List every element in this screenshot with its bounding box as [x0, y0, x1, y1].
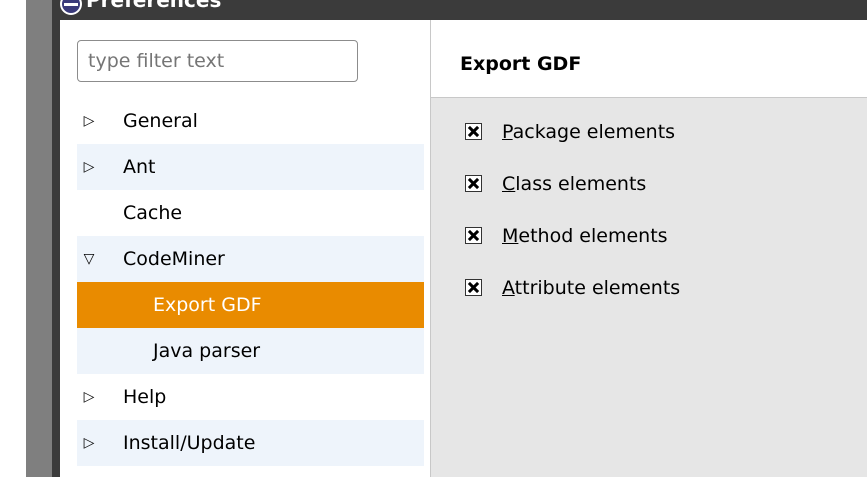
triangle-down-icon[interactable]: ▽: [82, 236, 96, 282]
option-label-text: ethod elements: [518, 225, 668, 247]
tree-item-label: Java parser: [153, 340, 261, 362]
tree-item-export-gdf[interactable]: Export GDF: [77, 282, 424, 328]
tree-item-label: Export GDF: [153, 294, 262, 316]
option-label-text: ackage elements: [512, 121, 676, 143]
option-label: Class elements: [502, 161, 646, 207]
checkbox-checked-icon[interactable]: [465, 123, 482, 140]
window-title-bar[interactable]: Preferences: [52, 0, 867, 20]
option-label: Package elements: [502, 109, 675, 155]
option-label: Attribute elements: [502, 265, 680, 311]
page-title: Export GDF: [460, 53, 582, 75]
checkbox-checked-icon[interactable]: [465, 227, 482, 244]
option-label-text: lass elements: [515, 173, 647, 195]
window-frame: [26, 0, 52, 477]
window-border: [52, 0, 60, 477]
tree-item-java-parser[interactable]: Java parser: [77, 328, 424, 374]
mnemonic-letter: C: [502, 173, 516, 195]
page-header: Export GDF: [431, 20, 867, 98]
checkbox-checked-icon[interactable]: [465, 175, 482, 192]
filter-input[interactable]: [77, 40, 358, 82]
window-title: Preferences: [86, 0, 222, 12]
mnemonic-letter: A: [502, 277, 515, 299]
eclipse-icon: [60, 0, 82, 15]
tree-item-label: Cache: [123, 202, 183, 224]
tree-item-label: CodeMiner: [123, 248, 225, 270]
tree-item-help[interactable]: ▷ Help: [77, 374, 424, 420]
tree-item-general[interactable]: ▷ General: [77, 98, 424, 144]
tree-item-label: Ant: [123, 156, 156, 178]
tree-item-ant[interactable]: ▷ Ant: [77, 144, 424, 190]
triangle-right-icon[interactable]: ▷: [82, 374, 96, 420]
triangle-right-icon[interactable]: ▷: [82, 420, 96, 466]
tree-item-label: General: [123, 110, 198, 132]
tree-item-codeminer[interactable]: ▽ CodeMiner: [77, 236, 424, 282]
desktop-background: [0, 0, 26, 477]
mnemonic-letter: M: [502, 225, 519, 247]
checkbox-checked-icon[interactable]: [465, 279, 482, 296]
tree-item-install-update[interactable]: ▷ Install/Update: [77, 420, 424, 466]
triangle-right-icon[interactable]: ▷: [82, 98, 96, 144]
tree-item-label: Help: [123, 386, 167, 408]
option-label: Method elements: [502, 213, 668, 259]
mnemonic-letter: P: [502, 121, 513, 143]
tree-item-label: Install/Update: [123, 432, 256, 454]
triangle-right-icon[interactable]: ▷: [82, 144, 96, 190]
preference-tree: ▷ General ▷ Ant Cache ▽ CodeMiner Export…: [77, 98, 424, 466]
option-label-text: ttribute elements: [514, 277, 681, 299]
tree-item-cache[interactable]: Cache: [77, 190, 424, 236]
